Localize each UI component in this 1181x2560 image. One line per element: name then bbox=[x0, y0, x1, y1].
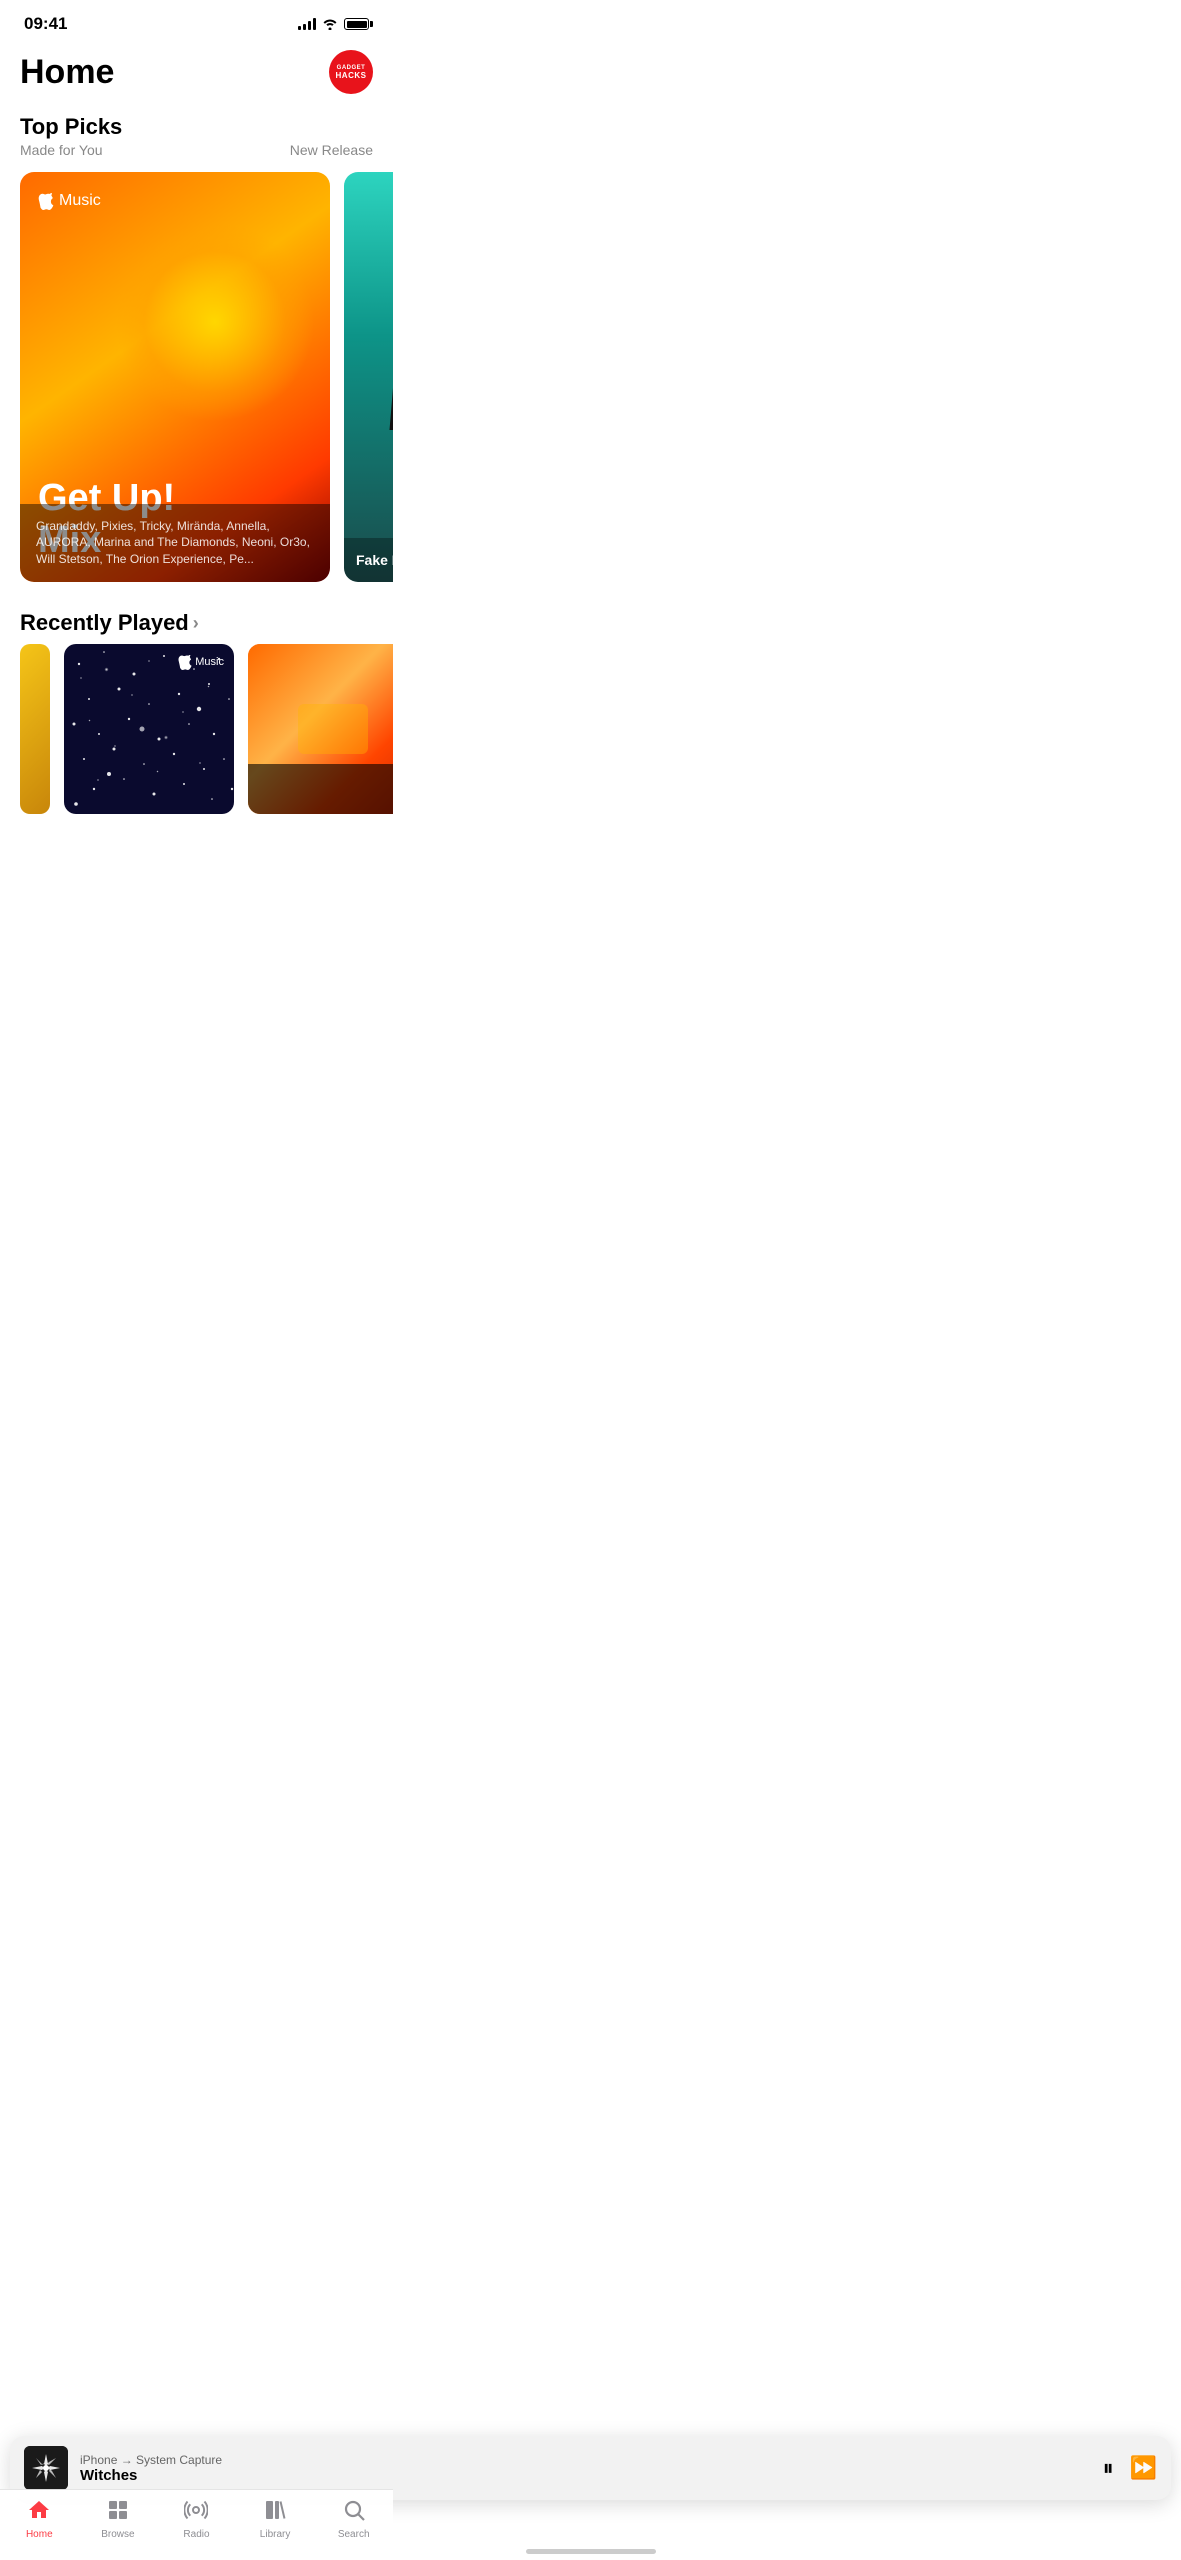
apple-logo-icon bbox=[38, 192, 54, 210]
library-tab-icon bbox=[263, 2498, 287, 2526]
home-tab-icon bbox=[27, 2498, 51, 2526]
now-playing-thumbnail bbox=[24, 2446, 68, 2490]
tab-bar: Home Browse Radio bbox=[0, 2489, 393, 2560]
recently-played-title: Recently Played bbox=[20, 610, 189, 636]
battery-icon bbox=[344, 18, 369, 30]
page-title: Home bbox=[20, 53, 114, 92]
card-description: Grandaddy, Pixies, Tricky, Mirända, Anne… bbox=[36, 518, 314, 568]
tab-browse[interactable]: Browse bbox=[88, 2498, 148, 2540]
page-header: Home GADGET HACKS bbox=[0, 42, 393, 110]
card-bottom-overlay: Grandaddy, Pixies, Tricky, Mirända, Anne… bbox=[20, 504, 330, 582]
main-card-get-up-mix[interactable]: Music Get Up! Mix Grandaddy, Pixies, Tri… bbox=[20, 172, 330, 582]
status-time: 09:41 bbox=[24, 14, 67, 34]
browse-tab-icon bbox=[106, 2498, 130, 2526]
tab-browse-label: Browse bbox=[101, 2529, 134, 2540]
home-indicator bbox=[526, 2549, 656, 2554]
radio-tab-icon bbox=[184, 2498, 208, 2526]
recently-played-chevron-icon: › bbox=[193, 613, 199, 634]
now-playing-route: iPhone → System Capture bbox=[80, 2453, 1091, 2467]
wifi-icon bbox=[322, 18, 338, 30]
recently-played-item-2[interactable] bbox=[248, 644, 393, 814]
top-picks-new-release-link[interactable]: New Release bbox=[290, 142, 373, 158]
top-picks-subtitle: Made for You bbox=[20, 142, 103, 158]
apple-music-badge-logo-icon bbox=[178, 654, 192, 670]
avatar[interactable]: GADGET HACKS bbox=[329, 50, 373, 94]
tab-library-label: Library bbox=[260, 2529, 291, 2540]
tab-search[interactable]: Search bbox=[324, 2498, 384, 2540]
secondary-card-content: Fake Is T... bbox=[344, 538, 393, 582]
recently-played-header[interactable]: Recently Played › bbox=[0, 594, 393, 644]
top-picks-subtitle-row: Made for You New Release bbox=[20, 142, 373, 158]
pause-button[interactable]: ⏸ bbox=[1103, 2457, 1114, 2479]
person-silhouette-icon bbox=[364, 292, 393, 522]
now-playing-album-art-icon bbox=[24, 2446, 68, 2490]
secondary-card-new-release[interactable]: Fake Is T... bbox=[344, 172, 393, 582]
signal-bars-icon bbox=[298, 18, 316, 30]
apple-music-badge-text: Music bbox=[195, 656, 224, 668]
top-picks-section-header: Top Picks Made for You New Release bbox=[0, 110, 393, 160]
tab-radio[interactable]: Radio bbox=[166, 2498, 226, 2540]
top-picks-title: Top Picks bbox=[20, 114, 373, 140]
recently-played-item-0[interactable] bbox=[20, 644, 50, 814]
avatar-text-bottom: HACKS bbox=[336, 71, 367, 80]
now-playing-title: Witches bbox=[80, 2467, 1091, 2484]
secondary-card-text: Fake Is T... bbox=[356, 552, 393, 568]
now-playing-info: iPhone → System Capture Witches bbox=[80, 2453, 1091, 2484]
apple-music-label: Music bbox=[59, 192, 101, 210]
search-tab-icon bbox=[342, 2498, 366, 2526]
recently-played-carousel: Music bbox=[0, 644, 393, 826]
tab-search-label: Search bbox=[338, 2529, 370, 2540]
tab-home[interactable]: Home bbox=[9, 2498, 69, 2540]
apple-music-badge: Music bbox=[178, 654, 224, 670]
top-picks-carousel: Music Get Up! Mix Grandaddy, Pixies, Tri… bbox=[0, 160, 393, 594]
status-bar: 09:41 bbox=[0, 0, 393, 42]
tab-radio-label: Radio bbox=[183, 2529, 209, 2540]
tab-home-label: Home bbox=[26, 2529, 53, 2540]
status-icons bbox=[298, 18, 369, 30]
now-playing-controls: ⏸ ⏩ bbox=[1103, 2457, 1157, 2479]
recently-played-item-1[interactable]: Music bbox=[64, 644, 234, 814]
next-button[interactable]: ⏩ bbox=[1130, 2457, 1157, 2479]
tab-library[interactable]: Library bbox=[245, 2498, 305, 2540]
apple-music-logo: Music bbox=[38, 192, 312, 210]
